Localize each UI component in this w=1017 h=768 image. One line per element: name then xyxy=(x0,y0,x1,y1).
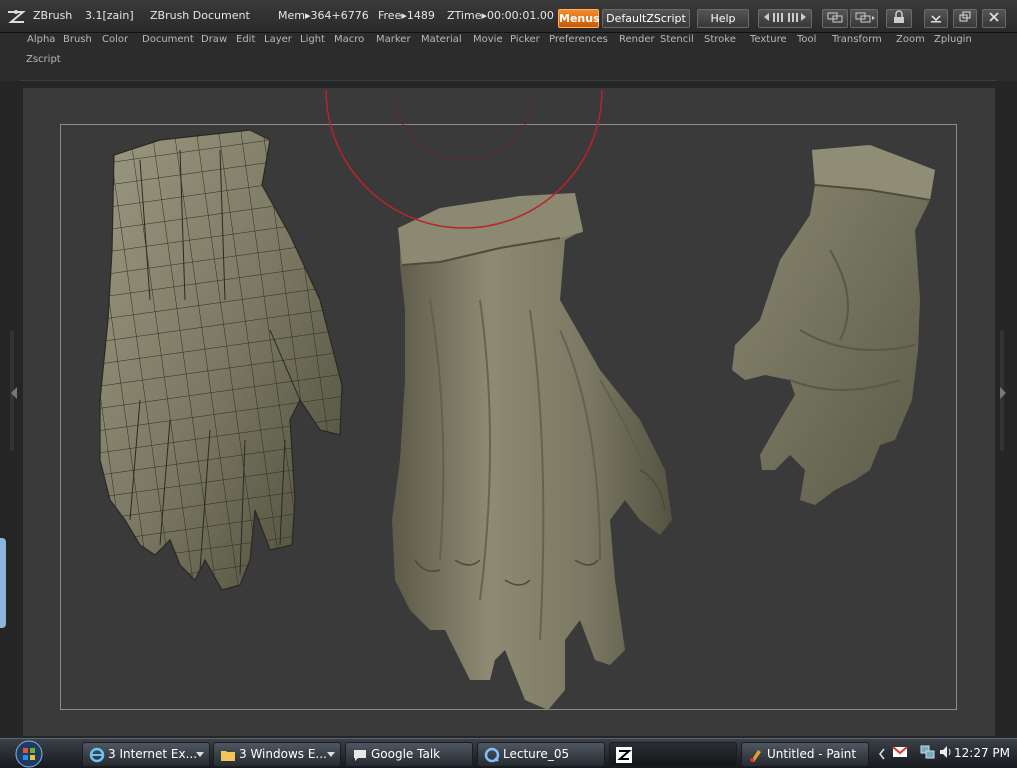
menu-stencil[interactable]: Stencil xyxy=(660,34,694,45)
layout-cycle-button[interactable] xyxy=(850,9,878,28)
menu-zplugin[interactable]: Zplugin xyxy=(934,34,972,45)
sculpted-hand-model[interactable] xyxy=(392,193,672,710)
default-zscript-button[interactable]: DefaultZScript xyxy=(602,9,690,28)
menu-picker[interactable]: Picker xyxy=(510,34,540,45)
task-label: Google Talk xyxy=(371,747,441,761)
folder-icon xyxy=(221,751,235,761)
menu-document[interactable]: Document xyxy=(142,34,194,45)
chevron-down-icon xyxy=(196,752,204,757)
left-tray-rail[interactable] xyxy=(0,81,20,738)
main-menu-bar: Alpha Brush Color Document Draw Edit Lay… xyxy=(0,33,1017,81)
menu-color[interactable]: Color xyxy=(102,34,128,45)
taskbar-lecture[interactable]: Lecture_05 xyxy=(477,742,605,767)
show-hidden-icons-chevron-icon[interactable] xyxy=(878,748,886,760)
app-name: ZBrush xyxy=(33,9,73,22)
volume-icon[interactable] xyxy=(938,744,954,760)
taskbar-clock[interactable]: 12:27 PM xyxy=(954,746,1010,760)
menu-edit[interactable]: Edit xyxy=(236,34,255,45)
windows-layout-icon xyxy=(827,12,843,23)
windows-cycle-icon xyxy=(855,12,875,23)
lock-button[interactable] xyxy=(886,9,912,28)
menus-button[interactable]: Menus xyxy=(558,9,600,28)
menu-material[interactable]: Material xyxy=(421,34,462,45)
memory-readout: Mem▸364+6776 xyxy=(278,9,369,22)
close-icon xyxy=(989,12,999,22)
tray-width-slider[interactable] xyxy=(758,9,812,28)
zbrush-app-window: ZBrush 3.1[zain] ZBrush Document Mem▸364… xyxy=(0,0,1017,768)
restore-icon xyxy=(959,11,971,22)
start-button-icon[interactable] xyxy=(9,740,49,768)
help-button[interactable]: Help xyxy=(697,9,749,28)
chat-icon xyxy=(354,750,366,761)
low-poly-hand-model[interactable] xyxy=(99,129,343,591)
ztime-readout: ZTime▸00:00:01.00 xyxy=(447,9,554,22)
minimize-button[interactable] xyxy=(924,9,948,28)
slider-handles-icon xyxy=(764,13,806,22)
desktop-sidebar-edge[interactable] xyxy=(0,538,6,628)
taskbar-zbrush[interactable] xyxy=(609,742,737,767)
menu-preferences[interactable]: Preferences xyxy=(549,34,608,45)
lock-icon xyxy=(894,10,904,23)
menu-macro[interactable]: Macro xyxy=(334,34,364,45)
menu-layer[interactable]: Layer xyxy=(264,34,292,45)
sculpt-scene[interactable] xyxy=(23,88,995,736)
task-label: Untitled - Paint xyxy=(767,747,857,761)
taskbar-paint[interactable]: Untitled - Paint xyxy=(741,742,869,767)
menu-light[interactable]: Light xyxy=(300,34,325,45)
menu-tool[interactable]: Tool xyxy=(797,34,816,45)
ie-icon xyxy=(89,747,105,763)
menu-texture[interactable]: Texture xyxy=(750,34,787,45)
menu-brush[interactable]: Brush xyxy=(63,34,92,45)
zbrush-icon xyxy=(616,747,632,763)
task-label: 3 Internet Ex... xyxy=(108,747,198,761)
chevron-down-icon xyxy=(327,752,335,757)
task-label: 3 Windows E... xyxy=(239,747,327,761)
taskbar-google-talk[interactable]: Google Talk xyxy=(345,742,473,767)
menu-marker[interactable]: Marker xyxy=(376,34,411,45)
windows-taskbar: 3 Internet Ex... 3 Windows E... Google T… xyxy=(0,738,1017,768)
title-bar: ZBrush 3.1[zain] ZBrush Document Mem▸364… xyxy=(0,0,1017,33)
expand-right-tray-icon[interactable] xyxy=(999,386,1007,400)
task-label: Lecture_05 xyxy=(503,747,570,761)
menu-render[interactable]: Render xyxy=(619,34,655,45)
taskbar-internet-explorer[interactable]: 3 Internet Ex... xyxy=(82,742,210,767)
right-tray-rail[interactable] xyxy=(997,81,1017,738)
app-version: 3.1[zain] xyxy=(85,9,134,22)
layout-toggle-button[interactable] xyxy=(822,9,848,28)
menu-separator xyxy=(20,80,997,81)
menu-movie[interactable]: Movie xyxy=(473,34,503,45)
menu-transform[interactable]: Transform xyxy=(832,34,882,45)
expand-left-tray-icon[interactable] xyxy=(10,386,18,400)
system-tray: 12:27 PM xyxy=(872,739,1017,768)
menu-draw[interactable]: Draw xyxy=(201,34,227,45)
quicktime-icon xyxy=(484,747,500,763)
taskbar-windows-explorer[interactable]: 3 Windows E... xyxy=(213,742,341,767)
free-memory-readout: Free▸1489 xyxy=(378,9,435,22)
close-button[interactable] xyxy=(982,9,1006,28)
gmail-notifier-icon[interactable] xyxy=(892,744,908,760)
menu-alpha[interactable]: Alpha xyxy=(27,34,55,45)
restore-button[interactable] xyxy=(953,9,977,28)
minimize-icon xyxy=(931,15,941,23)
document-canvas[interactable] xyxy=(23,88,995,736)
menu-zscript[interactable]: Zscript xyxy=(26,54,61,65)
network-icon[interactable] xyxy=(920,744,936,760)
document-name: ZBrush Document xyxy=(150,9,250,22)
paint-icon xyxy=(750,750,761,762)
zbrush-logo-icon xyxy=(8,10,26,23)
menu-stroke[interactable]: Stroke xyxy=(704,34,736,45)
menu-zoom[interactable]: Zoom xyxy=(896,34,925,45)
sculpted-palm-model[interactable] xyxy=(732,145,935,505)
